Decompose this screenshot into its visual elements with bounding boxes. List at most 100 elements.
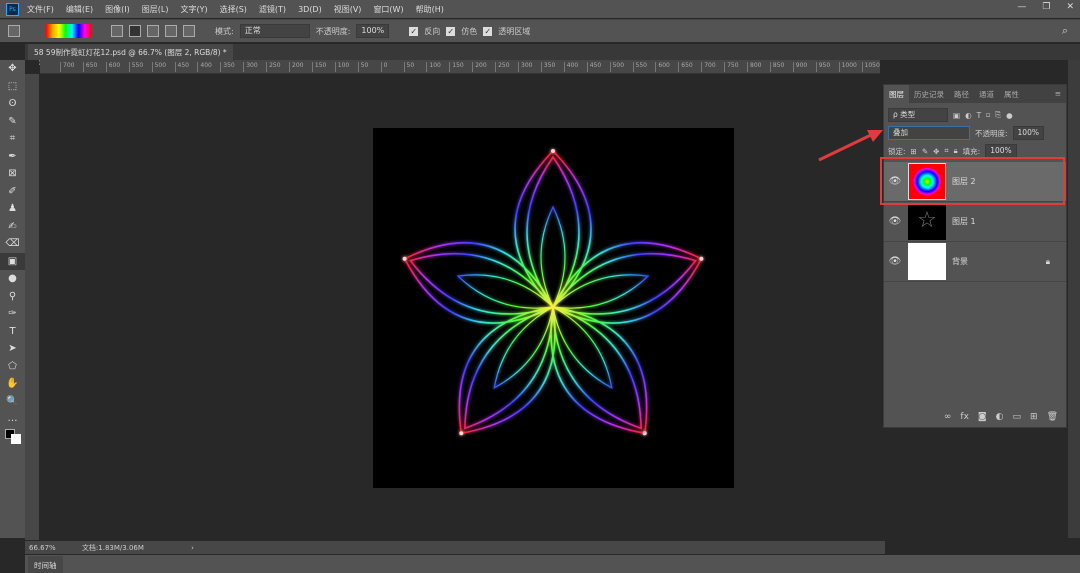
tool-3[interactable]: ✎ <box>0 113 25 131</box>
diamond-gradient-button[interactable] <box>183 25 195 37</box>
tool-15[interactable]: T <box>0 323 25 341</box>
tab-history[interactable]: 历史记录 <box>909 85 949 103</box>
menu-file[interactable]: 文件(F) <box>27 4 54 15</box>
group-icon[interactable]: ▭ <box>1013 412 1022 422</box>
fill-input[interactable]: 100% <box>985 144 1017 158</box>
layer-row-background[interactable]: 👁︎ 背景 🔒︎ <box>884 242 1066 282</box>
filter-toggle-icon[interactable]: ● <box>1006 111 1013 120</box>
panel-menu-icon[interactable]: ≡ <box>1050 85 1066 103</box>
ruler-tick: 550 <box>632 62 647 72</box>
mask-icon[interactable]: ◙ <box>978 412 987 422</box>
lock-transparent-icon[interactable]: ⊞ <box>911 147 917 156</box>
tool-9[interactable]: ✍ <box>0 218 25 236</box>
new-layer-icon[interactable]: ⊞ <box>1030 412 1038 422</box>
petal-stroke <box>550 306 648 435</box>
tab-channels[interactable]: 通道 <box>974 85 999 103</box>
menu-edit[interactable]: 编辑(E) <box>66 4 93 15</box>
close-button[interactable]: ✕ <box>1066 2 1074 12</box>
tab-layers[interactable]: 图层 <box>884 85 909 103</box>
gradient-tool-preset[interactable] <box>8 25 20 37</box>
annotation-arrow <box>818 130 883 162</box>
transparency-checkbox[interactable]: ✓ <box>483 26 493 36</box>
filter-adjustment-icon[interactable]: ◐ <box>965 111 972 120</box>
menu-view[interactable]: 视图(V) <box>334 4 362 15</box>
filter-pixel-icon[interactable]: ▣ <box>953 111 960 120</box>
tool-6[interactable]: ⊠ <box>0 165 25 183</box>
menu-help[interactable]: 帮助(H) <box>416 4 444 15</box>
search-icon[interactable]: ⌕ <box>1062 24 1068 38</box>
link-icon[interactable]: ∞ <box>944 412 952 422</box>
tool-16[interactable]: ➤ <box>0 340 25 358</box>
visibility-eye-icon[interactable]: 👁︎ <box>884 216 906 227</box>
filter-smart-icon[interactable]: ⎘ <box>995 110 1001 120</box>
status-menu-arrow[interactable]: › <box>191 544 194 552</box>
reverse-label: 反向 <box>424 26 441 36</box>
menu-filter[interactable]: 滤镜(T) <box>259 4 286 15</box>
tab-properties[interactable]: 属性 <box>999 85 1024 103</box>
menu-image[interactable]: 图像(I) <box>105 4 130 15</box>
filter-shape-icon[interactable]: ⌑ <box>986 111 990 120</box>
menu-select[interactable]: 选择(S) <box>220 4 247 15</box>
canvas[interactable] <box>373 128 734 488</box>
tool-0[interactable]: ✥ <box>0 60 25 78</box>
transparency-label: 透明区域 <box>498 26 531 36</box>
ruler-tick: 0 <box>380 62 387 72</box>
tool-2[interactable]: ʘ <box>0 95 25 113</box>
tool-7[interactable]: ✐ <box>0 183 25 201</box>
dither-checkbox[interactable]: ✓ <box>446 26 456 36</box>
layer-name[interactable]: 背景 <box>952 256 968 267</box>
tab-paths[interactable]: 路径 <box>949 85 974 103</box>
reflected-gradient-button[interactable] <box>165 25 177 37</box>
radial-gradient-button[interactable] <box>129 25 141 37</box>
ruler-tick: 1000 <box>838 62 857 72</box>
petal-stroke <box>464 306 554 430</box>
menu-type[interactable]: 文字(Y) <box>180 4 207 15</box>
tool-10[interactable]: ⌫ <box>0 235 25 253</box>
reverse-checkbox[interactable]: ✓ <box>409 26 419 36</box>
tool-4[interactable]: ⌗ <box>0 130 25 148</box>
tool-8[interactable]: ♟ <box>0 200 25 218</box>
layer-row-layer1[interactable]: 👁︎ ☆ 图层 1 <box>884 202 1066 242</box>
lock-paint-icon[interactable]: ✎ <box>922 147 928 156</box>
minimize-button[interactable]: — <box>1017 2 1026 12</box>
zoom-level[interactable]: 66.67% <box>29 544 56 552</box>
lock-position-icon[interactable]: ✥ <box>933 147 939 156</box>
angle-gradient-button[interactable] <box>147 25 159 37</box>
tool-14[interactable]: ✑ <box>0 305 25 323</box>
visibility-eye-icon[interactable]: 👁︎ <box>884 256 906 267</box>
mode-select[interactable]: 正常 <box>239 24 310 38</box>
gradient-picker[interactable] <box>46 24 91 38</box>
linear-gradient-button[interactable] <box>111 25 123 37</box>
document-tab[interactable]: 58 59制作霓虹灯花12.psd @ 66.7% (图层 2, RGB/8) … <box>28 44 233 67</box>
filter-type-icon[interactable]: T <box>977 111 982 120</box>
ruler-tick: 550 <box>128 62 143 72</box>
ruler-tick: 900 <box>792 62 807 72</box>
tool-1[interactable]: ⬚ <box>0 78 25 96</box>
trash-icon[interactable]: 🗑︎ <box>1047 412 1058 422</box>
lock-artboard-icon[interactable]: ⌗ <box>944 146 948 156</box>
color-swatches[interactable] <box>0 428 25 446</box>
tool-12[interactable]: ● <box>0 270 25 288</box>
tool-19[interactable]: 🔍 <box>0 393 25 411</box>
menu-3d[interactable]: 3D(D) <box>298 5 322 14</box>
tool-11[interactable]: ▣ <box>0 252 25 270</box>
tool-17[interactable]: ⬠ <box>0 358 25 376</box>
tool-5[interactable]: ✒ <box>0 148 25 166</box>
layer-opacity-input[interactable]: 100% <box>1012 126 1044 140</box>
layer-name[interactable]: 图层 1 <box>952 216 976 227</box>
tool-18[interactable]: ✋ <box>0 375 25 393</box>
layer-filter-select[interactable]: ρ 类型 <box>888 108 948 122</box>
blend-mode-select[interactable]: 叠加 <box>888 126 970 140</box>
tool-13[interactable]: ⚲ <box>0 288 25 306</box>
menu-layer[interactable]: 图层(L) <box>142 4 169 15</box>
ruler-tick: 650 <box>82 62 97 72</box>
tool-20[interactable]: … <box>0 410 25 428</box>
ruler-tick: 850 <box>769 62 784 72</box>
lock-all-icon[interactable]: 🔒︎ <box>954 146 958 156</box>
adjustment-icon[interactable]: ◐ <box>996 412 1004 422</box>
restore-button[interactable]: ❐ <box>1042 2 1050 12</box>
menu-window[interactable]: 窗口(W) <box>373 4 403 15</box>
timeline-tab[interactable]: 时间轴 <box>28 556 63 573</box>
opacity-input[interactable]: 100% <box>356 24 390 38</box>
fx-icon[interactable]: fx <box>960 412 969 422</box>
